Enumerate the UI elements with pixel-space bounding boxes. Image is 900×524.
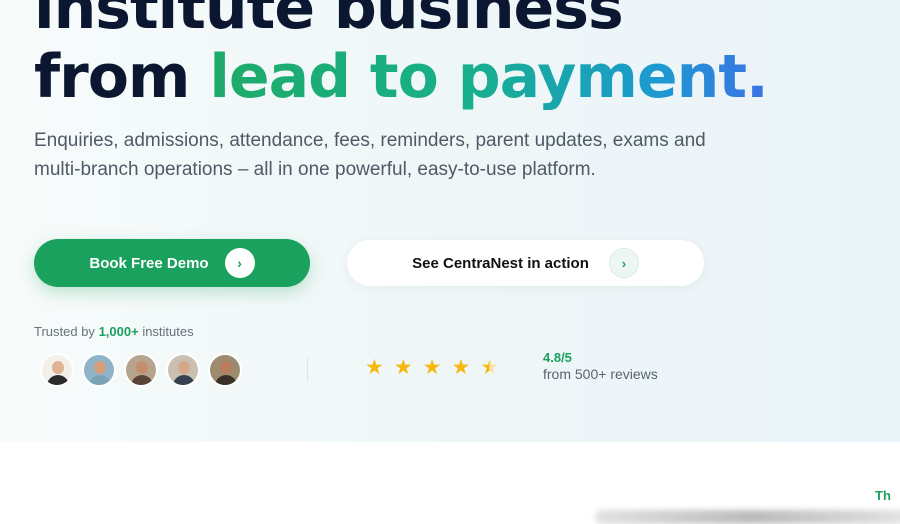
- book-free-demo-label: Book Free Demo: [89, 254, 209, 272]
- hero-subheadline: Enquiries, admissions, attendance, fees,…: [34, 130, 706, 180]
- headline-line-2: from lead to payment.: [34, 47, 769, 107]
- see-in-action-label: See CentraNest in action: [412, 254, 589, 272]
- next-section-heading-fragment: Th: [875, 488, 891, 503]
- star-icon: ★: [422, 356, 442, 379]
- see-in-action-button[interactable]: See CentraNest in action ›: [347, 240, 704, 286]
- arrow-right-icon: ›: [224, 248, 255, 278]
- hero-section: institute business from lead to payment.…: [0, 0, 900, 442]
- half-star-icon: ★: [480, 356, 500, 379]
- headline-prefix: from: [34, 42, 190, 112]
- trusted-count: 1,000+: [98, 324, 139, 339]
- headline-line-1: institute business: [34, 0, 624, 43]
- headline-highlight: lead to payment.: [209, 42, 768, 112]
- rating-reviews: from 500+ reviews: [543, 366, 658, 382]
- star-rating: ★ ★ ★ ★ ★: [365, 356, 499, 380]
- trusted-prefix: Trusted by: [34, 324, 95, 339]
- star-icon: ★: [451, 356, 471, 379]
- avatar: [124, 353, 158, 387]
- avatar: [166, 353, 200, 387]
- book-free-demo-button[interactable]: Book Free Demo ›: [34, 239, 310, 287]
- trusted-by-text: Trusted by 1,000+ institutes: [34, 324, 194, 339]
- trusted-suffix: institutes: [142, 324, 194, 339]
- next-section-blurred-text: [595, 510, 900, 524]
- divider: [307, 358, 308, 382]
- avatar: [40, 353, 74, 387]
- star-icon: ★: [365, 356, 384, 379]
- rating-summary: 4.8/5 from 500+ reviews: [543, 349, 658, 383]
- rating-score: 4.8/5: [543, 350, 572, 365]
- arrow-right-icon: ›: [608, 248, 639, 278]
- avatar: [82, 353, 116, 387]
- star-icon: ★: [393, 356, 413, 379]
- avatar: [208, 353, 242, 387]
